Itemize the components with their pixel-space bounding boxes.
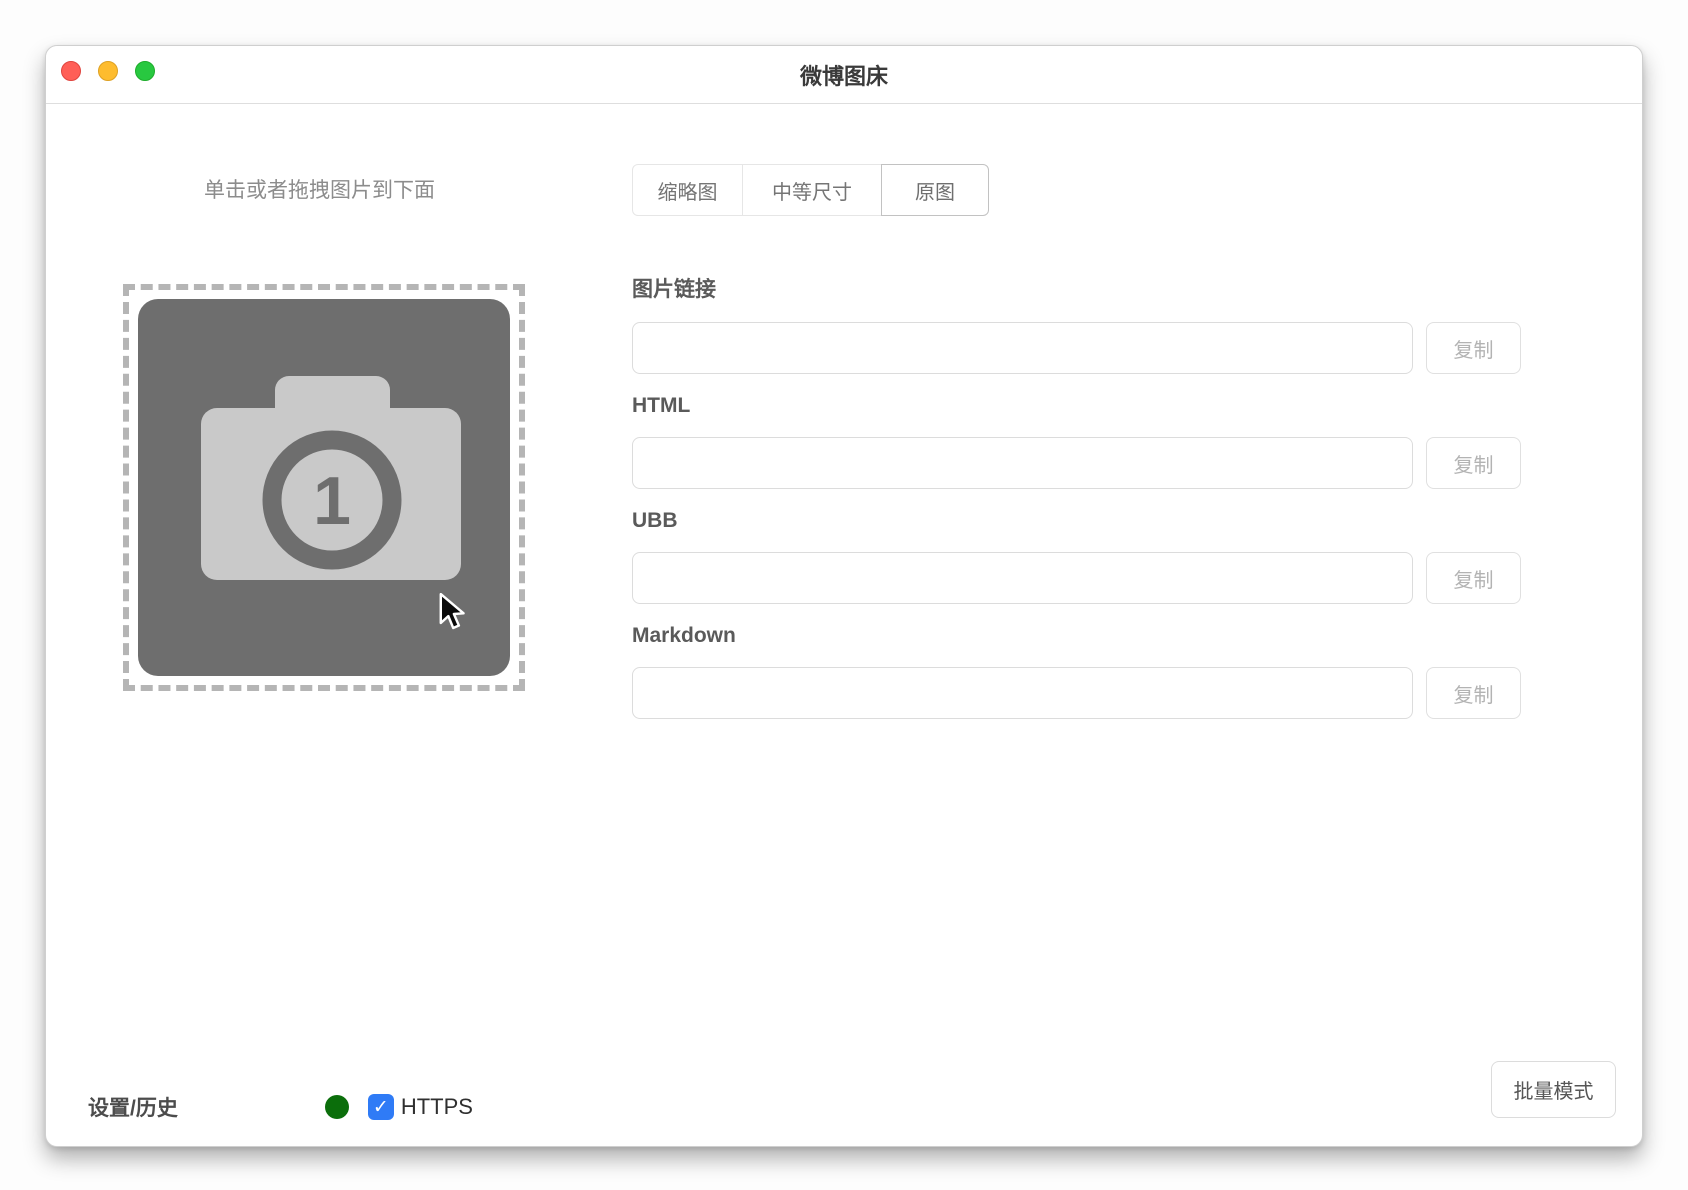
html-input[interactable]: [632, 437, 1413, 489]
camera-icon: 1: [138, 299, 510, 676]
copy-image-link-button[interactable]: 复制: [1426, 322, 1521, 374]
tab-medium-size[interactable]: 中等尺寸: [742, 164, 882, 216]
uploaded-image-tile[interactable]: 1: [138, 299, 510, 676]
field-image-link: 图片链接 复制: [632, 273, 1565, 374]
link-fields: 图片链接 复制 HTML 复制 UBB 复制: [632, 273, 1565, 739]
upload-hint: 单击或者拖拽图片到下面: [204, 174, 435, 204]
titlebar: 微博图床: [46, 46, 1642, 104]
ubb-input[interactable]: [632, 552, 1413, 604]
ubb-label: UBB: [632, 509, 1565, 533]
tab-thumbnail[interactable]: 缩略图: [632, 164, 743, 216]
copy-markdown-button[interactable]: 复制: [1426, 667, 1521, 719]
size-tabs: 缩略图 中等尺寸 原图: [632, 164, 989, 216]
window-title: 微博图床: [46, 46, 1642, 104]
field-ubb: UBB 复制: [632, 509, 1565, 604]
field-html: HTML 复制: [632, 394, 1565, 489]
copy-html-button[interactable]: 复制: [1426, 437, 1521, 489]
app-window: 微博图床 单击或者拖拽图片到下面 1 缩略图 中等尺寸 原图: [45, 45, 1643, 1147]
image-dropzone[interactable]: 1: [123, 284, 525, 691]
markdown-input[interactable]: [632, 667, 1413, 719]
copy-ubb-button[interactable]: 复制: [1426, 552, 1521, 604]
checkmark-icon: ✓: [373, 1098, 389, 1117]
tab-original-image[interactable]: 原图: [881, 164, 989, 216]
footer-bar: 设置/历史 ✓ HTTPS: [88, 1078, 473, 1136]
status-indicator-dot: [325, 1095, 349, 1119]
https-checkbox[interactable]: ✓: [368, 1094, 394, 1120]
image-count-badge: 1: [313, 463, 351, 539]
html-label: HTML: [632, 394, 1565, 418]
markdown-label: Markdown: [632, 624, 1565, 648]
image-link-input[interactable]: [632, 322, 1413, 374]
image-link-label: 图片链接: [632, 273, 1565, 303]
https-label: HTTPS: [401, 1094, 473, 1120]
desktop-background: 微博图床 单击或者拖拽图片到下面 1 缩略图 中等尺寸 原图: [0, 0, 1688, 1190]
field-markdown: Markdown 复制: [632, 624, 1565, 719]
settings-history-link[interactable]: 设置/历史: [88, 1092, 178, 1122]
batch-mode-button[interactable]: 批量模式: [1491, 1061, 1616, 1118]
